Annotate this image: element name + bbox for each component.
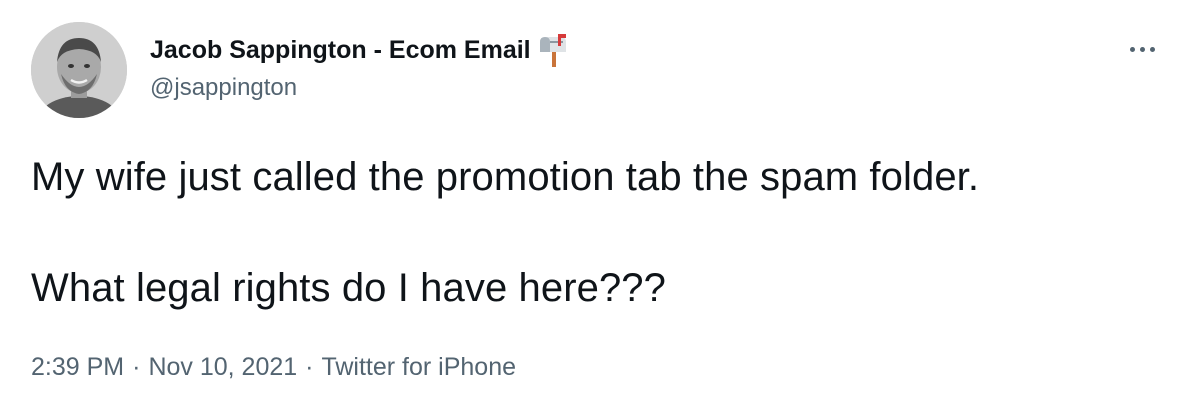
more-options-icon-dot: [1149, 46, 1155, 52]
tweet-source-link[interactable]: Twitter for iPhone: [321, 353, 516, 381]
author-name[interactable]: Jacob Sappington - Ecom Email: [150, 33, 571, 67]
tweet-text-line: My wife just called the promotion tab th…: [31, 155, 980, 199]
author-display-name: Jacob Sappington - Ecom Email: [150, 35, 531, 64]
more-options-button[interactable]: [1120, 34, 1164, 64]
mailbox-icon: [537, 33, 571, 67]
author-handle[interactable]: @jsappington: [150, 74, 297, 102]
tweet-time-link[interactable]: 2:39 PM: [31, 353, 124, 381]
separator: ·: [305, 353, 314, 381]
tweet-metadata: 2:39 PM · Nov 10, 2021 · Twitter for iPhone: [31, 353, 516, 382]
more-options-icon: [1129, 46, 1135, 52]
separator: ·: [132, 353, 141, 381]
tweet-card: Jacob Sappington - Ecom Email @jsappingt…: [0, 0, 1192, 412]
avatar-photo: [31, 22, 127, 118]
tweet-text-line: What legal rights do I have here???: [31, 266, 667, 310]
avatar[interactable]: [31, 22, 127, 118]
more-options-icon-dot: [1139, 46, 1145, 52]
tweet-date-link[interactable]: Nov 10, 2021: [148, 353, 297, 381]
